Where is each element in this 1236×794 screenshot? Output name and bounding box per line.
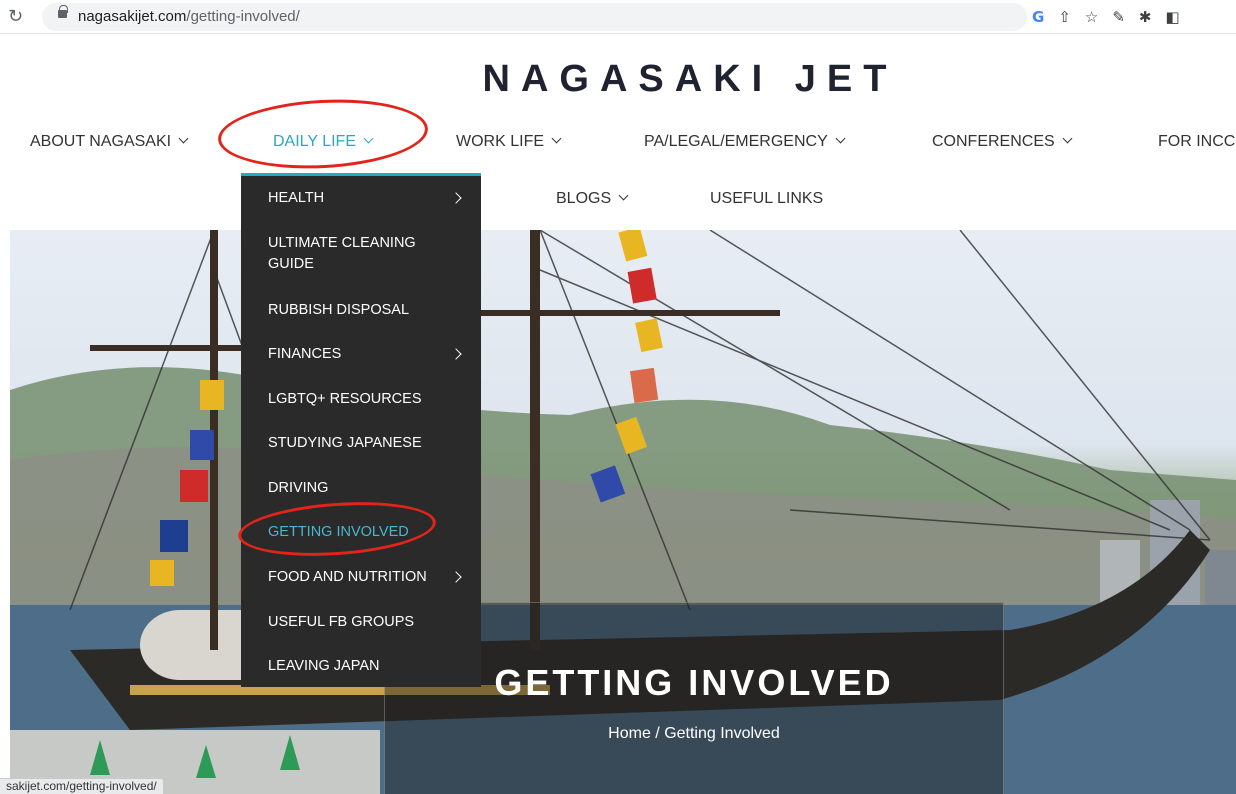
nav-about-nagasaki[interactable]: ABOUT NAGASAKI: [30, 133, 189, 151]
dropdown-item-useful-fb-groups[interactable]: USEFUL FB GROUPS: [268, 612, 414, 633]
url-text[interactable]: nagasakijet.com/getting-involved/: [78, 8, 300, 25]
nav-work-life[interactable]: WORK LIFE: [456, 133, 562, 151]
nav-for-incoming-label: FOR INCC: [1158, 133, 1236, 150]
nav-work-life-label: WORK LIFE: [456, 133, 545, 150]
chevron-down-icon: [178, 133, 189, 144]
chevron-right-icon: [450, 348, 462, 360]
dropdown-item-lgbtq-resources[interactable]: LGBTQ+ RESOURCES: [268, 389, 422, 410]
status-url-bar: sakijet.com/getting-involved/: [0, 778, 164, 794]
dropdown-item-studying-japanese[interactable]: STUDYING JAPANESE: [268, 433, 422, 454]
nav-blogs-label: BLOGS: [556, 190, 612, 207]
chevron-down-icon: [1062, 133, 1073, 144]
site-title[interactable]: NAGASAKI JET: [0, 58, 1236, 101]
nav-for-incoming[interactable]: FOR INCC: [1158, 133, 1235, 151]
bookmark-star-icon[interactable]: ☆: [1085, 8, 1098, 26]
side-panel-icon[interactable]: ◧: [1166, 8, 1180, 26]
extension-note-icon[interactable]: ✎: [1112, 8, 1125, 26]
nav-pa-legal-emergency-label: PA/LEGAL/EMERGENCY: [644, 133, 828, 150]
chevron-right-icon: [450, 192, 462, 204]
breadcrumb[interactable]: Home / Getting Involved: [384, 725, 1004, 743]
chevron-down-icon: [835, 133, 846, 144]
dropdown-item-driving[interactable]: DRIVING: [268, 478, 328, 499]
nav-conferences-label: CONFERENCES: [932, 133, 1055, 150]
chevron-right-icon: [450, 571, 462, 583]
nav-useful-links-label: USEFUL LINKS: [710, 190, 824, 207]
google-icon[interactable]: G: [1032, 8, 1044, 26]
nav-blogs[interactable]: BLOGS: [556, 190, 629, 208]
puzzle-icon[interactable]: ✱: [1139, 8, 1152, 26]
dropdown-item-finances[interactable]: FINANCES: [268, 344, 341, 365]
nav-pa-legal-emergency[interactable]: PA/LEGAL/EMERGENCY: [644, 133, 846, 151]
extension-icons: G ⇧ ☆ ✎ ✱ ◧: [1032, 4, 1180, 30]
lock-icon[interactable]: [58, 5, 68, 18]
url-host: nagasakijet.com: [78, 8, 187, 25]
dropdown-item-cleaning-guide[interactable]: ULTIMATE CLEANING GUIDE: [268, 233, 443, 275]
browser-toolbar: ↻ nagasakijet.com/getting-involved/ G ⇧ …: [0, 0, 1236, 34]
annotation-circle-daily-life: [216, 94, 430, 174]
chevron-down-icon: [618, 190, 629, 201]
daily-life-dropdown: HEALTH ULTIMATE CLEANING GUIDE RUBBISH D…: [241, 173, 481, 687]
dropdown-item-food-and-nutrition[interactable]: FOOD AND NUTRITION: [268, 567, 427, 588]
share-icon[interactable]: ⇧: [1058, 8, 1071, 26]
address-bar[interactable]: nagasakijet.com/getting-involved/: [42, 3, 1027, 31]
dropdown-item-rubbish-disposal[interactable]: RUBBISH DISPOSAL: [268, 300, 409, 321]
dropdown-item-leaving-japan[interactable]: LEAVING JAPAN: [268, 656, 379, 677]
nav-conferences[interactable]: CONFERENCES: [932, 133, 1073, 151]
nav-useful-links[interactable]: USEFUL LINKS: [710, 190, 823, 208]
reload-icon[interactable]: ↻: [8, 6, 23, 27]
dropdown-item-health[interactable]: HEALTH: [268, 188, 324, 209]
nav-about-nagasaki-label: ABOUT NAGASAKI: [30, 133, 172, 150]
chevron-down-icon: [551, 133, 562, 144]
hero-banner: GETTING INVOLVED Home / Getting Involved: [10, 230, 1236, 794]
url-path: /getting-involved/: [186, 8, 300, 25]
